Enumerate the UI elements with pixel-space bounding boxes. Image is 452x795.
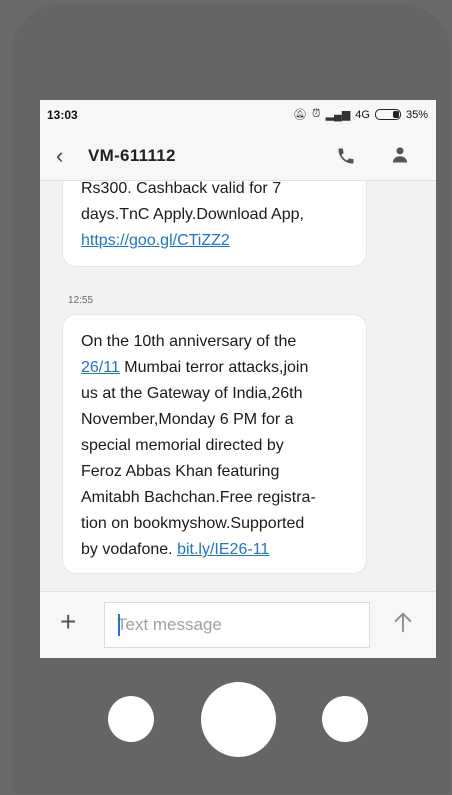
message-timestamp: 12:55: [68, 295, 94, 306]
signal-icon: ▂▄▆: [325, 109, 351, 121]
message-link[interactable]: 26/11: [81, 359, 120, 376]
message-line: Feroz Abbas Khan featuring: [81, 463, 280, 480]
message-thread[interactable]: Rs300. Cashback valid for 7 days.TnC App…: [40, 181, 436, 591]
status-time: 13:03: [47, 108, 78, 122]
message-line: On the 10th anniversary of the: [81, 333, 297, 350]
message-line: November,Monday 6 PM for a: [81, 411, 294, 428]
conversation-header: ‹ VM-611112: [40, 130, 436, 181]
composer: +: [40, 591, 436, 658]
nav-back-button[interactable]: [322, 696, 368, 742]
message-bubble: Rs300. Cashback valid for 7 days.TnC App…: [62, 181, 367, 267]
person-icon[interactable]: [390, 145, 410, 165]
contact-name: VM-611112: [88, 146, 176, 165]
send-icon[interactable]: [392, 610, 414, 634]
nav-home-button[interactable]: [201, 682, 276, 757]
phone-body: 13:03 🔕︎ ⏰︎ ▂▄▆ 4G 35% ‹ VM-611112 Rs300…: [0, 0, 452, 795]
message-line: tion on bookmyshow.Supported: [81, 515, 305, 532]
back-icon[interactable]: ‹: [56, 143, 63, 169]
nav-menu-button[interactable]: [108, 696, 154, 742]
message-text: by vodafone.: [81, 541, 178, 558]
message-link[interactable]: bit.ly/IE26-11: [177, 541, 269, 558]
message-line: Rs300. Cashback valid for 7: [81, 181, 282, 197]
status-icons: 🔕︎ ⏰︎ ▂▄▆ 4G 35%: [293, 108, 428, 121]
status-bar: 13:03 🔕︎ ⏰︎ ▂▄▆ 4G 35%: [40, 100, 436, 130]
add-icon[interactable]: +: [60, 608, 76, 636]
message-link[interactable]: https://goo.gl/CTiZZ2: [81, 232, 230, 249]
message-text: Mumbai terror attacks,join: [119, 359, 309, 376]
call-icon[interactable]: [336, 146, 356, 166]
message-line: special memorial directed by: [81, 437, 284, 454]
message-input[interactable]: [104, 602, 370, 648]
message-bubble: On the 10th anniversary of the 26/11 Mum…: [62, 314, 367, 574]
message-line: Amitabh Bachchan.Free registra-: [81, 489, 316, 506]
network-type: 4G: [355, 108, 370, 121]
message-line: us at the Gateway of India,26th: [81, 385, 303, 402]
alarm-icon: ⏰︎: [311, 108, 321, 120]
mute-icon: 🔕︎: [293, 109, 307, 121]
message-line: days.TnC Apply.Download App,: [81, 206, 304, 223]
screen: 13:03 🔕︎ ⏰︎ ▂▄▆ 4G 35% ‹ VM-611112 Rs300…: [40, 100, 436, 658]
text-cursor: [118, 614, 120, 636]
battery-percent: 35%: [405, 108, 428, 121]
battery-icon: [374, 109, 401, 120]
